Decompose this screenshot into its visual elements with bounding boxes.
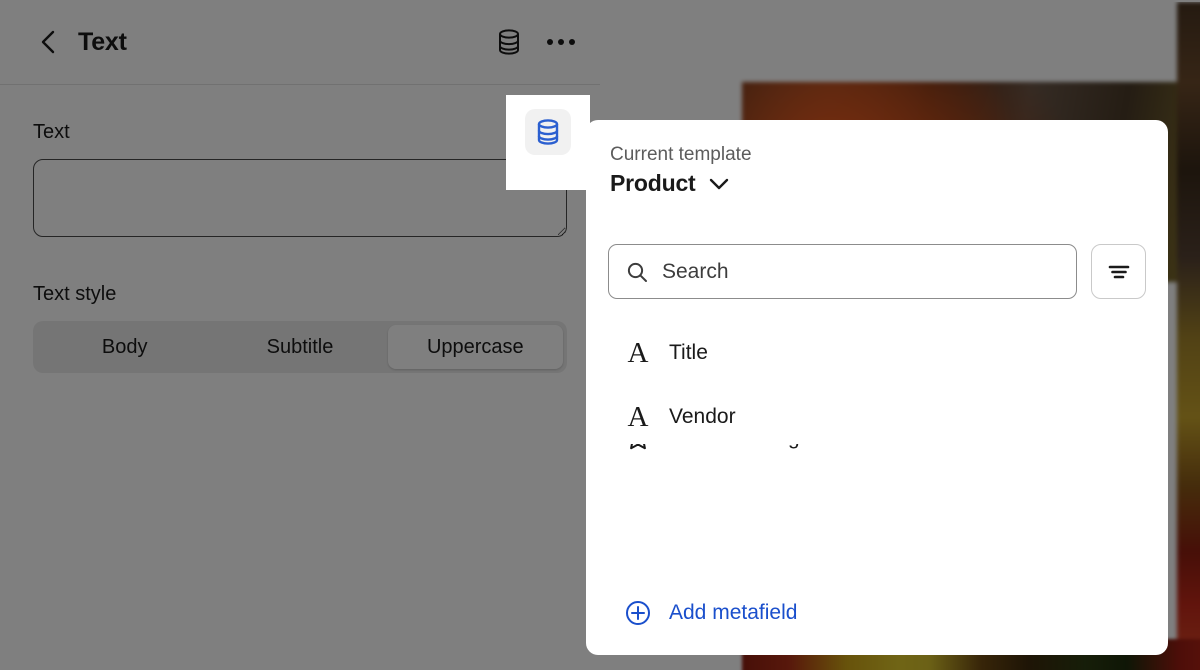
filter-button[interactable]: [1091, 244, 1146, 299]
highlighted-fields-band: A Title A Vendor: [586, 444, 1166, 580]
search-icon: [625, 260, 649, 284]
template-selector[interactable]: Product: [610, 170, 1144, 197]
search-row: Search: [608, 244, 1146, 299]
text-a-icon: A: [623, 339, 653, 368]
field-item-product-rating-highlighted[interactable]: Product rating: [608, 444, 1148, 470]
field-item-vendor[interactable]: A Vendor: [608, 385, 1146, 449]
field-label: Product rating: [669, 444, 800, 450]
search-placeholder: Search: [662, 260, 729, 284]
dynamic-source-spotlight: [506, 95, 590, 190]
current-template-label: Current template: [610, 144, 1144, 166]
popover-header: Current template Product: [586, 120, 1168, 228]
filter-icon: [1106, 262, 1132, 282]
field-label: Title: [669, 341, 708, 365]
add-metafield-button[interactable]: Add metafield: [608, 581, 1146, 645]
chevron-down-icon: [708, 177, 730, 191]
current-template-value: Product: [610, 170, 696, 197]
field-label: Vendor: [669, 405, 736, 429]
circle-plus-icon: [623, 599, 653, 627]
database-icon: [535, 118, 561, 146]
add-metafield-label: Add metafield: [669, 601, 797, 625]
app-root: Text Text: [0, 0, 1200, 670]
search-input[interactable]: Search: [608, 244, 1077, 299]
text-a-icon: A: [623, 403, 653, 432]
metafield-popover-body: Search A Title A Vendor: [586, 228, 1168, 655]
field-item-title[interactable]: A Title: [608, 321, 1146, 385]
highlighted-field-list: A Title A Vendor: [608, 444, 1148, 470]
highlighted-fields-inner: A Title A Vendor: [608, 444, 1148, 470]
star-icon: [623, 444, 653, 452]
dynamic-source-trigger-button[interactable]: [525, 109, 571, 155]
